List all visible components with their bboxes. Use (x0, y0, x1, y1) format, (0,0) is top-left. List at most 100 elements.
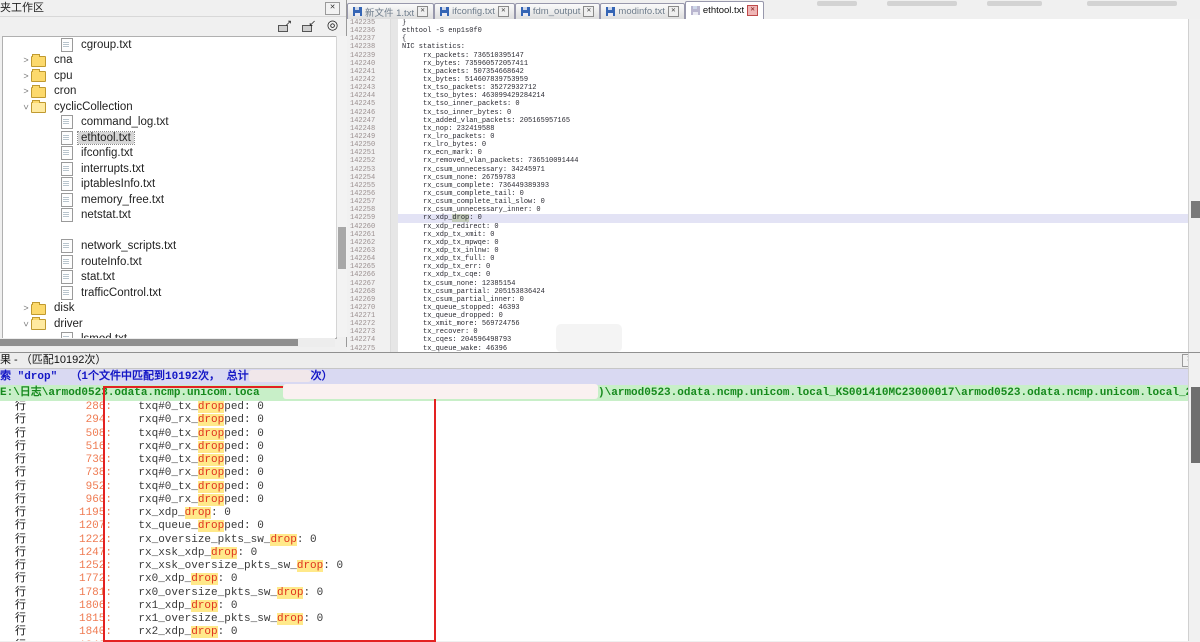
tree-item-label: network_scripts.txt (78, 240, 179, 252)
tree-item-iptablesInfo.txt[interactable]: iptablesInfo.txt (3, 177, 336, 193)
locate-current-file-icon[interactable]: ◎ (325, 19, 340, 32)
file-icon (61, 270, 73, 284)
editor-line: 142257 rx_csum_complete_tail_slow: 0 (347, 198, 1188, 206)
results-vertical-scrollbar[interactable] (1188, 353, 1200, 641)
result-line-number: 516: (45, 441, 112, 454)
tree-item-netstat.txt[interactable]: netstat.txt (3, 208, 336, 224)
editor-line-text: tx_nop: 232419588 (398, 125, 1188, 133)
file-path-post: ar(1)\armod0523.odata.ncmp.unicom.local_… (572, 387, 1188, 399)
editor-line-text: rx_xdp_tx_mpwqe: 0 (398, 239, 1188, 247)
collapse-all-icon[interactable]: ↙ (301, 19, 316, 32)
editor-line: 142272 tx_xmit_more: 569724756 (347, 320, 1188, 328)
line-number: 142271 (347, 312, 391, 320)
editor-vertical-scrollbar[interactable] (1188, 19, 1200, 352)
tree-item-cpu[interactable]: >cpu (3, 68, 336, 84)
folder-icon (31, 304, 46, 315)
tree-item-command_log.txt[interactable]: command_log.txt (3, 115, 336, 131)
editor-line-text: tx_csum_partial_inner: 0 (398, 296, 1188, 304)
line-word-label: 行 (0, 507, 45, 520)
workspace-close-icon[interactable]: ✕ (325, 2, 340, 15)
tree-item-cyclicCollection[interactable]: >cyclicCollection (3, 99, 336, 115)
search-summary-text: 索 "drop" （1个文件中匹配到10192次， 总计 (0, 371, 249, 383)
file-icon (61, 239, 73, 253)
editor-line-text: tx_bytes: 514607839753959 (398, 76, 1188, 84)
tab-fdm_output[interactable]: fdm_output✕ (515, 3, 601, 19)
editor-line: 142275 tx_queue_wake: 46396 (347, 345, 1188, 352)
scrollbar-thumb[interactable] (338, 227, 346, 269)
chevron-icon[interactable]: > (21, 71, 31, 81)
tree-vertical-scrollbar[interactable] (336, 36, 347, 337)
line-number: 142242 (347, 76, 391, 84)
tab-ethtool.txt[interactable]: ethtool.txt✕ (685, 1, 764, 19)
tree-item-routeInfo.txt[interactable]: routeInfo.txt (3, 254, 336, 270)
line-number: 142259 (347, 214, 391, 222)
tree-item-cgroup.txt[interactable]: cgroup.txt (3, 37, 336, 53)
bookmark-margin (391, 320, 398, 328)
editor-line: 142238NIC statistics: (347, 43, 1188, 51)
bookmark-margin (391, 296, 398, 304)
file-tree[interactable]: cgroup.txt>cna>cpu>cron>cyclicCollection… (2, 36, 337, 339)
scrollbar-thumb[interactable] (0, 339, 298, 346)
line-number: 142241 (347, 68, 391, 76)
bookmark-margin (391, 19, 398, 27)
tree-item-memory_free.txt[interactable]: memory_free.txt (3, 192, 336, 208)
editor-line-text: tx_tso_inner_bytes: 0 (398, 109, 1188, 117)
tree-item-stat.txt[interactable]: stat.txt (3, 270, 336, 286)
scrollbar-thumb[interactable] (1191, 387, 1200, 463)
line-number: 142246 (347, 109, 391, 117)
bookmark-margin (391, 255, 398, 263)
tree-item-cron[interactable]: >cron (3, 84, 336, 100)
tree-item-cna[interactable]: >cna (3, 53, 336, 69)
editor-line-text: rx_lro_packets: 0 (398, 133, 1188, 141)
editor-line: 142245 tx_tso_inner_packets: 0 (347, 100, 1188, 108)
line-word-label: 行 (0, 428, 45, 441)
tree-item-trafficControl.txt[interactable]: trafficControl.txt (3, 285, 336, 301)
line-number: 142268 (347, 288, 391, 296)
result-line-number: 1772: (45, 573, 112, 586)
editor-line-text: rx_xdp_drop: 0 (398, 214, 1188, 222)
saved-document-icon (440, 7, 449, 16)
editor-area[interactable]: 142235}142236ethtool -S enp1s0f0142237{1… (347, 19, 1188, 352)
tab-close-icon[interactable]: ✕ (498, 6, 509, 17)
tree-item-interrupts.txt[interactable]: interrupts.txt (3, 161, 336, 177)
tab-close-icon[interactable]: ✕ (417, 6, 428, 17)
line-word-label: 行 (0, 401, 45, 414)
chevron-icon[interactable]: > (21, 55, 31, 65)
tree-horizontal-scrollbar[interactable] (0, 338, 335, 347)
bookmark-margin (391, 84, 398, 92)
result-line-number: 1195: (45, 507, 112, 520)
tree-item-disk[interactable]: >disk (3, 301, 336, 317)
search-summary-line[interactable]: 索 "drop" （1个文件中匹配到10192次， 总计次） (0, 369, 1188, 385)
tab-bar: 新文件 1.txt✕ifconfig.txt✕fdm_output✕modinf… (347, 0, 1200, 19)
tree-item-label: command_log.txt (78, 116, 172, 128)
editor-line: 142250 rx_lro_bytes: 0 (347, 141, 1188, 149)
tab-close-icon[interactable]: ✕ (668, 6, 679, 17)
line-number: 142275 (347, 345, 391, 352)
chevron-icon[interactable]: > (21, 86, 31, 96)
line-number: 142251 (347, 149, 391, 157)
line-number: 142235 (347, 19, 391, 27)
editor-line: 142248 tx_nop: 232419588 (347, 125, 1188, 133)
tab-modinfo.txt[interactable]: modinfo.txt✕ (600, 3, 684, 19)
tab-新文件 1.txt[interactable]: 新文件 1.txt✕ (347, 3, 434, 19)
red-annotation-box (103, 386, 436, 642)
tree-item-ifconfig.txt[interactable]: ifconfig.txt (3, 146, 336, 162)
tab-ifconfig.txt[interactable]: ifconfig.txt✕ (434, 3, 515, 19)
chevron-icon[interactable]: > (21, 303, 31, 313)
expand-all-icon[interactable]: ↗ (277, 19, 292, 32)
tree-item-ethtool.txt[interactable]: ethtool.txt (3, 130, 336, 146)
editor-line: 142274 tx_cqes: 204596498793 (347, 336, 1188, 344)
tree-item-network_scripts.txt[interactable]: network_scripts.txt (3, 239, 336, 255)
bookmark-margin (391, 133, 398, 141)
file-icon (61, 146, 73, 160)
tree-item-driver[interactable]: >driver (3, 316, 336, 332)
folder-icon (31, 56, 46, 67)
bookmark-margin (391, 223, 398, 231)
chevron-icon[interactable]: > (21, 319, 31, 329)
chevron-icon[interactable]: > (21, 102, 31, 112)
tab-close-icon[interactable]: ✕ (747, 5, 758, 16)
editor-line: 142251 rx_ecn_mark: 0 (347, 149, 1188, 157)
editor-line-text: tx_queue_wake: 46396 (398, 345, 1188, 352)
scrollbar-thumb[interactable] (1191, 201, 1200, 218)
tab-close-icon[interactable]: ✕ (583, 6, 594, 17)
